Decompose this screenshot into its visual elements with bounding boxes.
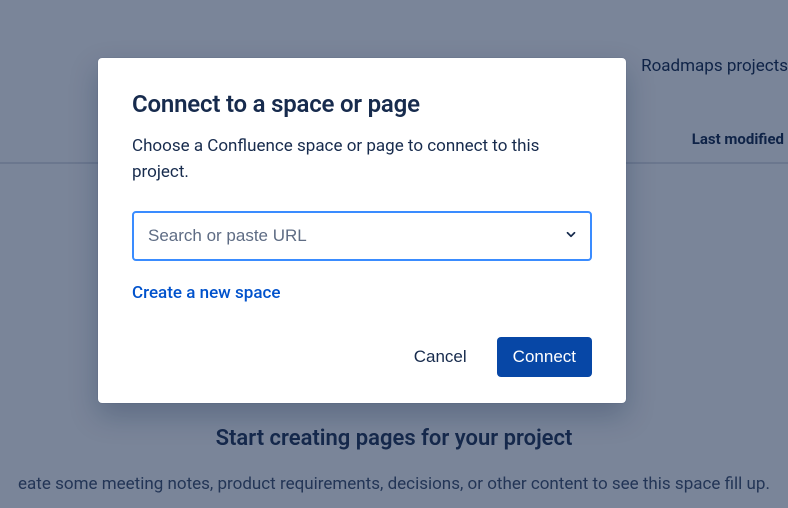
create-new-space-link[interactable]: Create a new space [132,283,280,303]
dialog-actions: Cancel Connect [132,337,592,377]
space-search-input[interactable] [132,211,592,261]
dialog-title: Connect to a space or page [132,90,592,118]
cancel-button[interactable]: Cancel [398,337,483,377]
space-search-combobox[interactable] [132,211,592,261]
connect-button[interactable]: Connect [497,337,592,377]
connect-space-dialog: Connect to a space or page Choose a Conf… [98,58,626,403]
dialog-description: Choose a Confluence space or page to con… [132,134,592,185]
